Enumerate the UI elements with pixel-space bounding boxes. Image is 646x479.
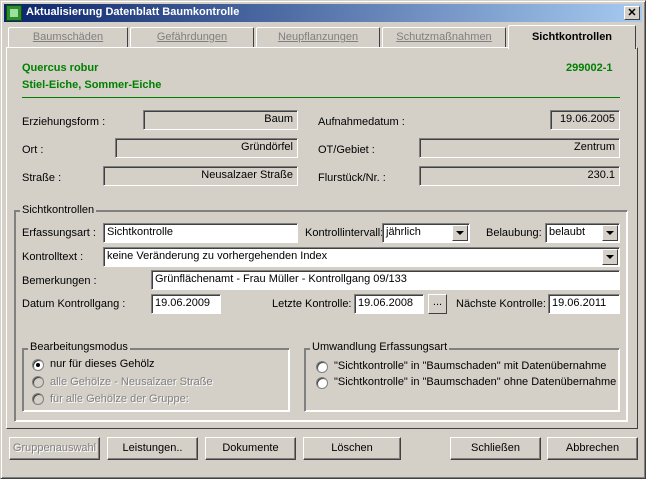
- sichtkontrollen-group-title: Sichtkontrollen: [20, 204, 97, 216]
- kontrolltext-value: keine Veränderung zu vorhergehenden Inde…: [107, 250, 328, 262]
- schliessen-button[interactable]: Schließen: [450, 437, 541, 460]
- aufnahmedatum-field: 19.06.2005: [550, 110, 620, 130]
- radio-mit-datenuebernahme[interactable]: [316, 361, 328, 373]
- bemerkungen-label: Bemerkungen :: [22, 275, 97, 287]
- strasse-label: Straße :: [22, 172, 62, 184]
- flurstueck-field: 230.1: [419, 166, 620, 186]
- abbrechen-button[interactable]: Abbrechen: [547, 437, 638, 460]
- belaubung-select[interactable]: belaubt: [545, 223, 620, 243]
- chevron-down-icon[interactable]: [602, 249, 618, 265]
- erziehungsform-label: Erziehungsform :: [22, 116, 106, 128]
- erfassungsart-label: Erfassungsart :: [22, 227, 96, 239]
- kontrolltext-select[interactable]: keine Veränderung zu vorhergehenden Inde…: [103, 247, 620, 267]
- radio-alle-gehoelze-strasse-label: alle Gehölze - Neusalzaer Straße: [50, 376, 213, 388]
- ot-gebiet-field: Zentrum: [419, 138, 620, 158]
- datum-kontrollgang-label: Datum Kontrollgang :: [22, 298, 126, 310]
- ort-label: Ort :: [22, 144, 44, 156]
- radio-alle-gehoelze-gruppe-label: für alle Gehölze der Gruppe:: [50, 393, 189, 405]
- erfassungsart-input[interactable]: Sichtkontrolle: [103, 223, 298, 243]
- bemerkungen-input[interactable]: Grünflächenamt - Frau Müller - Kontrollg…: [151, 270, 620, 290]
- chevron-down-icon[interactable]: [452, 225, 468, 241]
- date-picker-button[interactable]: ...: [428, 294, 447, 314]
- radio-alle-gehoelze-strasse: [32, 376, 44, 388]
- radio-ohne-datenuebernahme[interactable]: [316, 377, 328, 389]
- radio-alle-gehoelze-gruppe: [32, 393, 44, 405]
- radio-nur-dieses-gehoelz[interactable]: [32, 359, 44, 371]
- radio-mit-datenuebernahme-label[interactable]: "Sichtkontrolle" in "Baumschaden" mit Da…: [334, 360, 606, 372]
- letzte-kontrolle-label: Letzte Kontrolle:: [272, 298, 352, 310]
- ort-field: Gründörfel: [115, 138, 298, 158]
- umwandlung-title: Umwandlung Erfassungsart: [310, 341, 450, 353]
- radio-ohne-datenuebernahme-label[interactable]: "Sichtkontrolle" in "Baumschaden" ohne D…: [334, 376, 616, 388]
- strasse-field: Neusalzaer Straße: [103, 166, 298, 186]
- chevron-down-icon[interactable]: [602, 225, 618, 241]
- bearbeitungsmodus-title: Bearbeitungsmodus: [28, 341, 130, 353]
- erziehungsform-field: Baum: [143, 110, 298, 130]
- belaubung-label: Belaubung:: [486, 227, 542, 239]
- kontrollintervall-label: Kontrollintervall:: [305, 227, 384, 239]
- ot-gebiet-label: OT/Gebiet :: [318, 144, 375, 156]
- naechste-kontrolle-label: Nächste Kontrolle:: [456, 298, 546, 310]
- tree-id: 299002-1: [566, 62, 613, 74]
- belaubung-value: belaubt: [549, 226, 586, 238]
- naechste-kontrolle-input[interactable]: 19.06.2011: [548, 294, 620, 314]
- loeschen-button[interactable]: Löschen: [303, 437, 401, 460]
- kontrollintervall-value: jährlich: [386, 226, 421, 238]
- dokumente-button[interactable]: Dokumente: [205, 437, 296, 460]
- letzte-kontrolle-input[interactable]: 19.06.2008: [354, 294, 424, 314]
- gruppenauswahl-button: Gruppenauswahl: [9, 437, 100, 460]
- kontrollintervall-select[interactable]: jährlich: [382, 223, 470, 243]
- header-divider: [22, 97, 620, 98]
- leistungen-button[interactable]: Leistungen..: [107, 437, 198, 460]
- flurstueck-label: Flurstück/Nr. :: [318, 172, 386, 184]
- species-latin-name: Quercus robur: [22, 62, 99, 74]
- datum-kontrollgang-input[interactable]: 19.06.2009: [151, 294, 221, 314]
- kontrolltext-label: Kontrolltext :: [22, 251, 84, 263]
- species-german-name: Stiel-Eiche, Sommer-Eiche: [22, 79, 162, 91]
- radio-nur-dieses-gehoelz-label[interactable]: nur für dieses Gehölz: [50, 358, 155, 370]
- aufnahmedatum-label: Aufnahmedatum :: [318, 116, 405, 128]
